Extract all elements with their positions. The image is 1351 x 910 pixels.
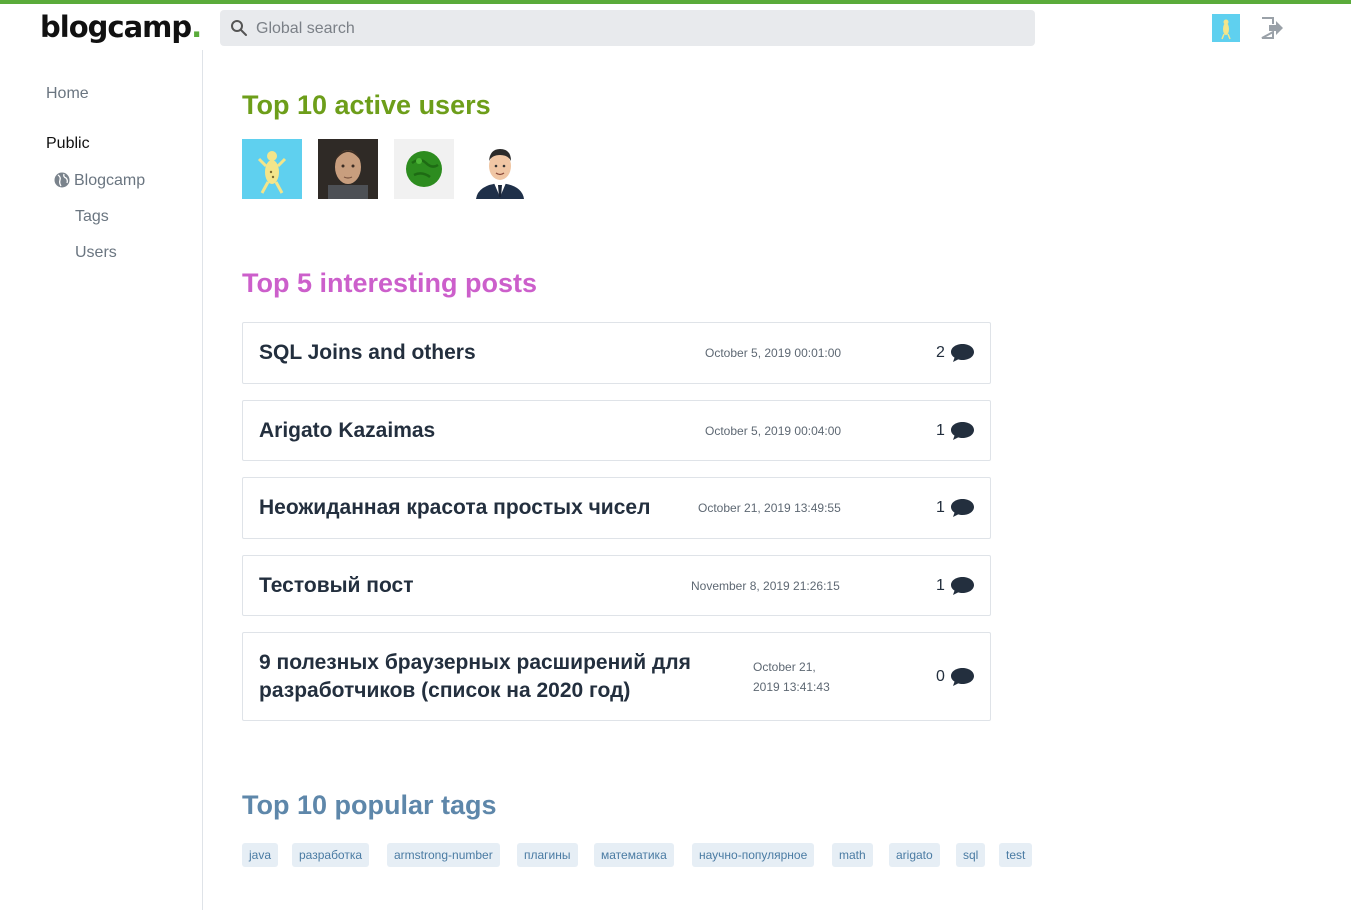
post-card[interactable]: SQL Joins and others October 5, 2019 00:… (242, 322, 991, 384)
comment-icon (951, 422, 974, 440)
post-card[interactable]: Неожиданная красота простых чисел Octobe… (242, 477, 991, 539)
post-date: October 5, 2019 00:04:00 (705, 424, 842, 438)
logout-icon[interactable] (1258, 15, 1286, 41)
tag-chip[interactable]: armstrong-number (387, 843, 500, 867)
section-title-users: Top 10 active users (242, 90, 491, 120)
sidebar-item-blogcamp[interactable]: Blogcamp (74, 172, 145, 190)
global-search (220, 10, 1035, 48)
comment-icon (951, 668, 974, 686)
tag-chip[interactable]: научно-популярное (692, 843, 815, 867)
logo[interactable]: blogcamp. (40, 10, 202, 44)
logo-dot: . (191, 10, 202, 44)
comment-count: 2 (936, 344, 945, 361)
section-title-tags: Top 10 popular tags (242, 790, 497, 820)
post-date-line: 2019 13:41:43 (753, 680, 830, 694)
globe-icon (54, 172, 70, 188)
comment-icon (951, 344, 974, 362)
sidebar-item-home[interactable]: Home (46, 85, 89, 103)
post-date: October 5, 2019 00:01:00 (705, 346, 842, 360)
comment-icon (951, 577, 974, 595)
post-date: October 21, 2019 13:49:55 (698, 501, 841, 515)
sidebar-item-users[interactable]: Users (75, 244, 117, 262)
post-date-line: October 21, (753, 660, 816, 674)
post-title[interactable]: SQL Joins and others (259, 339, 476, 367)
user-avatar-4[interactable] (470, 139, 530, 199)
post-title-line: разработчиков (список на 2020 год) (259, 679, 631, 702)
post-card[interactable]: Arigato Kazaimas October 5, 2019 00:04:0… (242, 400, 991, 461)
logo-text: blogcamp (40, 10, 192, 44)
tag-chip[interactable]: arigato (889, 843, 940, 867)
post-title-line: 9 полезных браузерных расширений для (259, 651, 691, 674)
comment-count: 0 (936, 668, 945, 685)
comment-count: 1 (936, 422, 945, 439)
post-card[interactable]: 9 полезных браузерных расширений для раз… (242, 632, 991, 721)
post-card[interactable]: Тестовый пост November 8, 2019 21:26:15 … (242, 555, 991, 616)
post-title[interactable]: 9 полезных браузерных расширений для раз… (259, 649, 691, 705)
user-avatar-1[interactable] (242, 139, 302, 199)
post-title[interactable]: Неожиданная красота простых чисел (259, 494, 650, 522)
search-input[interactable] (254, 10, 1018, 48)
comment-count: 1 (936, 577, 945, 594)
user-avatar-2[interactable] (318, 139, 378, 199)
user-avatar[interactable] (1212, 14, 1240, 42)
tag-chip[interactable]: разработка (292, 843, 370, 867)
tag-chip[interactable]: test (999, 843, 1033, 867)
tag-chip[interactable]: математика (594, 843, 674, 867)
section-title-posts: Top 5 interesting posts (242, 268, 538, 298)
post-title[interactable]: Arigato Kazaimas (259, 417, 435, 445)
tag-chip[interactable]: java (242, 843, 279, 867)
search-icon (231, 20, 247, 36)
sidebar-item-tags[interactable]: Tags (75, 208, 109, 226)
tag-chip[interactable]: sql (956, 843, 986, 867)
comment-count: 1 (936, 499, 945, 516)
sidebar-section-public: Public (46, 135, 90, 152)
tag-chip[interactable]: math (832, 843, 873, 867)
post-title[interactable]: Тестовый пост (259, 572, 414, 600)
comment-icon (951, 499, 974, 517)
user-avatar-3[interactable] (394, 139, 454, 199)
header: blogcamp. (0, 4, 1351, 50)
post-date: October 21, 2019 13:41:43 (753, 657, 830, 697)
tag-chip[interactable]: плагины (517, 843, 578, 867)
post-date: November 8, 2019 21:26:15 (691, 579, 840, 593)
